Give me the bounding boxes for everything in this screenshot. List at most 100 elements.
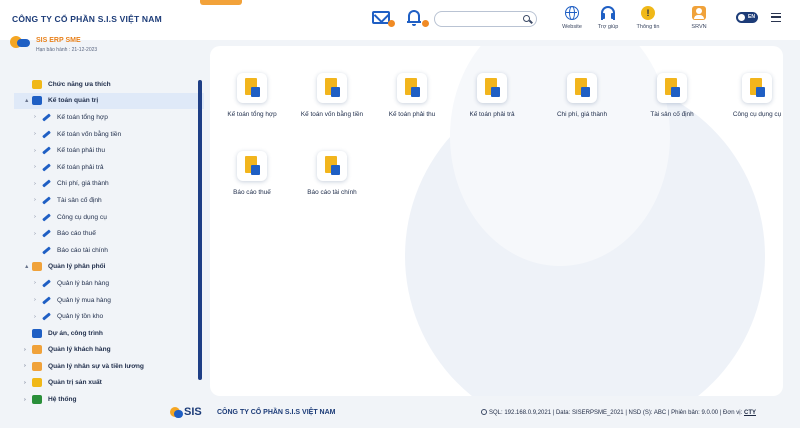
expand-arrow-icon[interactable]: ›: [34, 131, 42, 137]
mail-notification-dot: [388, 20, 395, 27]
product-branding: SIS ERP SME Hạn bảo hành : 21-12-2023: [10, 32, 200, 58]
sidebar-item-label: Quản lý phân phối: [48, 263, 106, 271]
language-label: EN: [748, 14, 755, 20]
sidebar-item-label: Quản lý nhân sự và tiền lương: [48, 362, 144, 370]
module-tile[interactable]: Kế toán tổng hợp: [212, 73, 292, 118]
collapse-arrow-icon[interactable]: ▲: [24, 98, 32, 104]
module-icon: [742, 73, 772, 103]
module-label: Công cụ dụng cụ: [732, 111, 782, 118]
sidebar-item-label: Quản lý khách hàng: [48, 346, 111, 354]
expand-arrow-icon[interactable]: ›: [34, 148, 42, 154]
sidebar-item[interactable]: › Báo cáo thuế: [14, 225, 204, 242]
pen-icon: [42, 113, 51, 122]
sidebar-item-label: Kế toán quản trị: [48, 97, 99, 105]
expand-arrow-icon[interactable]: ›: [34, 181, 42, 187]
sidebar-item[interactable]: › Kế toán phải trả: [14, 159, 204, 176]
info-label: Thông tin: [636, 24, 660, 30]
module-tile[interactable]: Công cụ dụng cụ: [717, 73, 783, 118]
module-icon: [567, 73, 597, 103]
module-tile[interactable]: Báo cáo tài chính: [292, 151, 372, 196]
sidebar-scrollbar[interactable]: [198, 80, 202, 380]
expand-arrow-icon[interactable]: ›: [24, 347, 32, 353]
sidebar-item[interactable]: › Kế toán tổng hợp: [14, 109, 204, 126]
module-label: Kế toán phải thu: [388, 111, 436, 118]
footer-logo-text: SIS: [184, 406, 202, 418]
expand-arrow-icon[interactable]: ›: [34, 231, 42, 237]
account-label: SRVN: [691, 24, 707, 30]
website-label: Website: [562, 24, 582, 30]
module-label: Kế toán vốn bằng tiền: [300, 111, 364, 118]
module-icon: [657, 73, 687, 103]
collapse-arrow-icon[interactable]: ▲: [24, 264, 32, 270]
sidebar-item[interactable]: › Chi phí, giá thành: [14, 176, 204, 193]
unit-link[interactable]: CTY: [744, 410, 756, 416]
project-icon: [32, 328, 42, 338]
module-tile[interactable]: Chi phí, giá thành: [542, 73, 622, 118]
sidebar-item[interactable]: › Kế toán vốn bằng tiền: [14, 126, 204, 143]
sidebar-item[interactable]: ▲ Quản lý phân phối: [14, 259, 204, 276]
product-name: SIS ERP SME: [36, 37, 81, 44]
sidebar-item[interactable]: Chức năng ưa thích: [14, 76, 204, 93]
expand-arrow-icon[interactable]: ›: [34, 197, 42, 203]
sidebar-item[interactable]: › Quản lý mua hàng: [14, 292, 204, 309]
footer-logo: SIS: [170, 406, 210, 422]
search-input[interactable]: [443, 17, 523, 30]
expand-arrow-icon[interactable]: ›: [34, 114, 42, 120]
headset-icon: [601, 6, 615, 20]
support-button[interactable]: Trợ giúp: [588, 6, 628, 34]
pen-icon: [42, 146, 51, 155]
sidebar-item[interactable]: › Quản lý bán hàng: [14, 275, 204, 292]
sidebar-item[interactable]: › Tài sản cố định: [14, 192, 204, 209]
sidebar-item[interactable]: › Công cụ dụng cụ: [14, 209, 204, 226]
language-toggle[interactable]: EN: [736, 12, 758, 23]
pen-icon: [42, 196, 51, 205]
expand-arrow-icon[interactable]: ›: [24, 380, 32, 386]
pen-icon: [42, 163, 51, 172]
customers-icon: [32, 345, 42, 355]
user-icon: [692, 6, 706, 20]
expand-arrow-icon[interactable]: ›: [34, 214, 42, 220]
expand-arrow-icon[interactable]: ›: [34, 164, 42, 170]
sidebar-item[interactable]: Báo cáo tài chính: [14, 242, 204, 259]
sidebar-item-label: Dự án, công trình: [48, 329, 103, 337]
website-button[interactable]: Website: [552, 6, 592, 34]
globe-small-icon: [481, 409, 487, 415]
expand-arrow-icon[interactable]: ›: [34, 280, 42, 286]
module-label: Chi phí, giá thành: [556, 111, 608, 118]
expand-arrow-icon[interactable]: ›: [34, 297, 42, 303]
module-label: Báo cáo thuế: [233, 189, 271, 196]
module-icon: [397, 73, 427, 103]
sidebar-item[interactable]: ▲ Kế toán quản trị: [14, 92, 204, 110]
search-box[interactable]: [434, 11, 537, 30]
module-tile[interactable]: Kế toán phải trả: [452, 73, 532, 118]
sidebar-item-label: Báo cáo thuế: [57, 230, 96, 238]
status-text: SQL: 192.168.0.9,2021 | Data: SISERPSME_…: [489, 410, 743, 416]
sidebar-item[interactable]: › Quản lý tồn kho: [14, 308, 204, 325]
pen-icon: [42, 179, 51, 188]
search-icon[interactable]: [523, 15, 530, 22]
expand-arrow-icon[interactable]: ›: [24, 363, 32, 369]
module-icon: [237, 73, 267, 103]
sidebar-item[interactable]: › Kế toán phải thu: [14, 142, 204, 159]
pen-icon: [42, 295, 51, 305]
bell-icon[interactable]: [407, 9, 421, 26]
sidebar-item[interactable]: › Quản lý nhân sự và tiền lương: [14, 358, 204, 375]
module-tile[interactable]: Kế toán phải thu: [372, 73, 452, 118]
sidebar-item-label: Báo cáo tài chính: [57, 246, 108, 254]
navigation-tree: Chức năng ưa thích ▲ Kế toán quản trị › Kế t…: [14, 76, 204, 408]
sidebar-item-label: Quản trị sản xuất: [48, 379, 102, 387]
support-label: Trợ giúp: [597, 24, 619, 30]
sidebar-item[interactable]: Dự án, công trình: [14, 325, 204, 342]
sidebar-item[interactable]: › Quản lý khách hàng: [14, 342, 204, 359]
info-button[interactable]: ! Thông tin: [628, 6, 668, 34]
footer-company: CÔNG TY CỔ PHẦN S.I.S VIỆT NAM: [217, 409, 336, 416]
hamburger-menu-icon[interactable]: [771, 13, 781, 22]
module-tile[interactable]: Kế toán vốn bằng tiền: [292, 73, 372, 118]
account-button[interactable]: SRVN: [679, 6, 719, 34]
module-tile[interactable]: Tài sản cố định: [632, 73, 712, 118]
module-tile[interactable]: Báo cáo thuế: [212, 151, 292, 196]
expand-arrow-icon[interactable]: ›: [34, 314, 42, 320]
sidebar-item[interactable]: › Quản trị sản xuất: [14, 375, 204, 392]
sidebar-item-label: Chi phí, giá thành: [57, 180, 109, 188]
star-icon: [32, 79, 42, 89]
